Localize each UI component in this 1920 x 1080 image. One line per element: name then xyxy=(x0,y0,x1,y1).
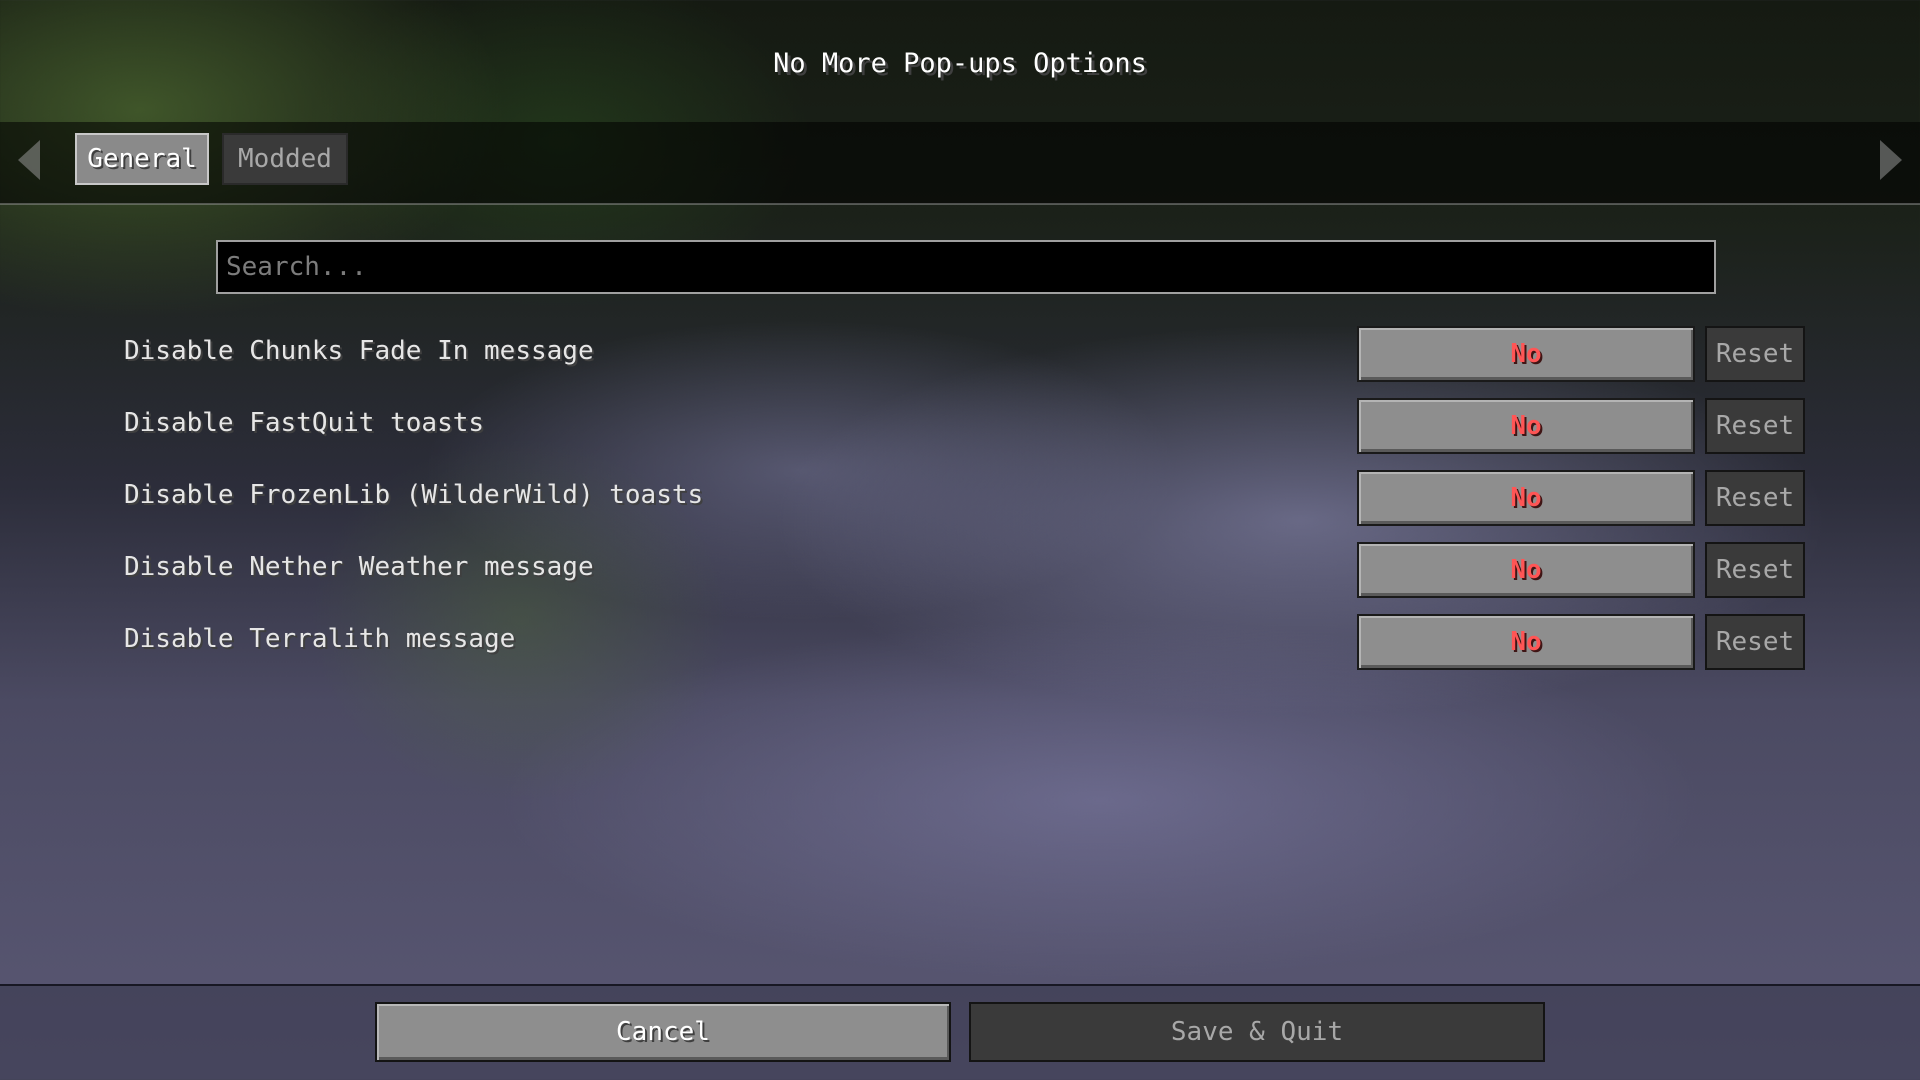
reset-button[interactable]: Reset xyxy=(1705,398,1805,454)
next-tab-arrow-icon[interactable] xyxy=(1880,140,1902,180)
option-toggle-button[interactable]: No xyxy=(1357,398,1695,454)
option-label: Disable FrozenLib (WilderWild) toasts xyxy=(124,480,704,510)
search-input[interactable] xyxy=(216,240,1716,294)
option-label: Disable Nether Weather message xyxy=(124,552,594,582)
reset-button[interactable]: Reset xyxy=(1705,614,1805,670)
tab-bar-divider xyxy=(0,203,1920,205)
save-and-quit-button[interactable]: Save & Quit xyxy=(969,1002,1545,1062)
reset-button[interactable]: Reset xyxy=(1705,470,1805,526)
option-row-chunks-fade-in: Disable Chunks Fade In message No Reset xyxy=(0,326,1920,384)
footer-bar xyxy=(0,984,1920,1080)
option-toggle-button[interactable]: No xyxy=(1357,470,1695,526)
cancel-button[interactable]: Cancel xyxy=(375,1002,951,1062)
prev-tab-arrow-icon[interactable] xyxy=(18,140,40,180)
option-label: Disable FastQuit toasts xyxy=(124,408,485,438)
option-toggle-button[interactable]: No xyxy=(1357,542,1695,598)
option-row-nether-weather: Disable Nether Weather message No Reset xyxy=(0,542,1920,600)
tab-modded[interactable]: Modded xyxy=(222,133,348,185)
option-row-terralith: Disable Terralith message No Reset xyxy=(0,614,1920,672)
option-toggle-button[interactable]: No xyxy=(1357,614,1695,670)
option-row-fastquit: Disable FastQuit toasts No Reset xyxy=(0,398,1920,456)
tab-general[interactable]: General xyxy=(75,133,209,185)
option-label: Disable Chunks Fade In message xyxy=(124,336,594,366)
reset-button[interactable]: Reset xyxy=(1705,326,1805,382)
screen-title: No More Pop-ups Options xyxy=(773,48,1147,79)
reset-button[interactable]: Reset xyxy=(1705,542,1805,598)
option-row-frozenlib: Disable FrozenLib (WilderWild) toasts No… xyxy=(0,470,1920,528)
option-label: Disable Terralith message xyxy=(124,624,516,654)
option-toggle-button[interactable]: No xyxy=(1357,326,1695,382)
